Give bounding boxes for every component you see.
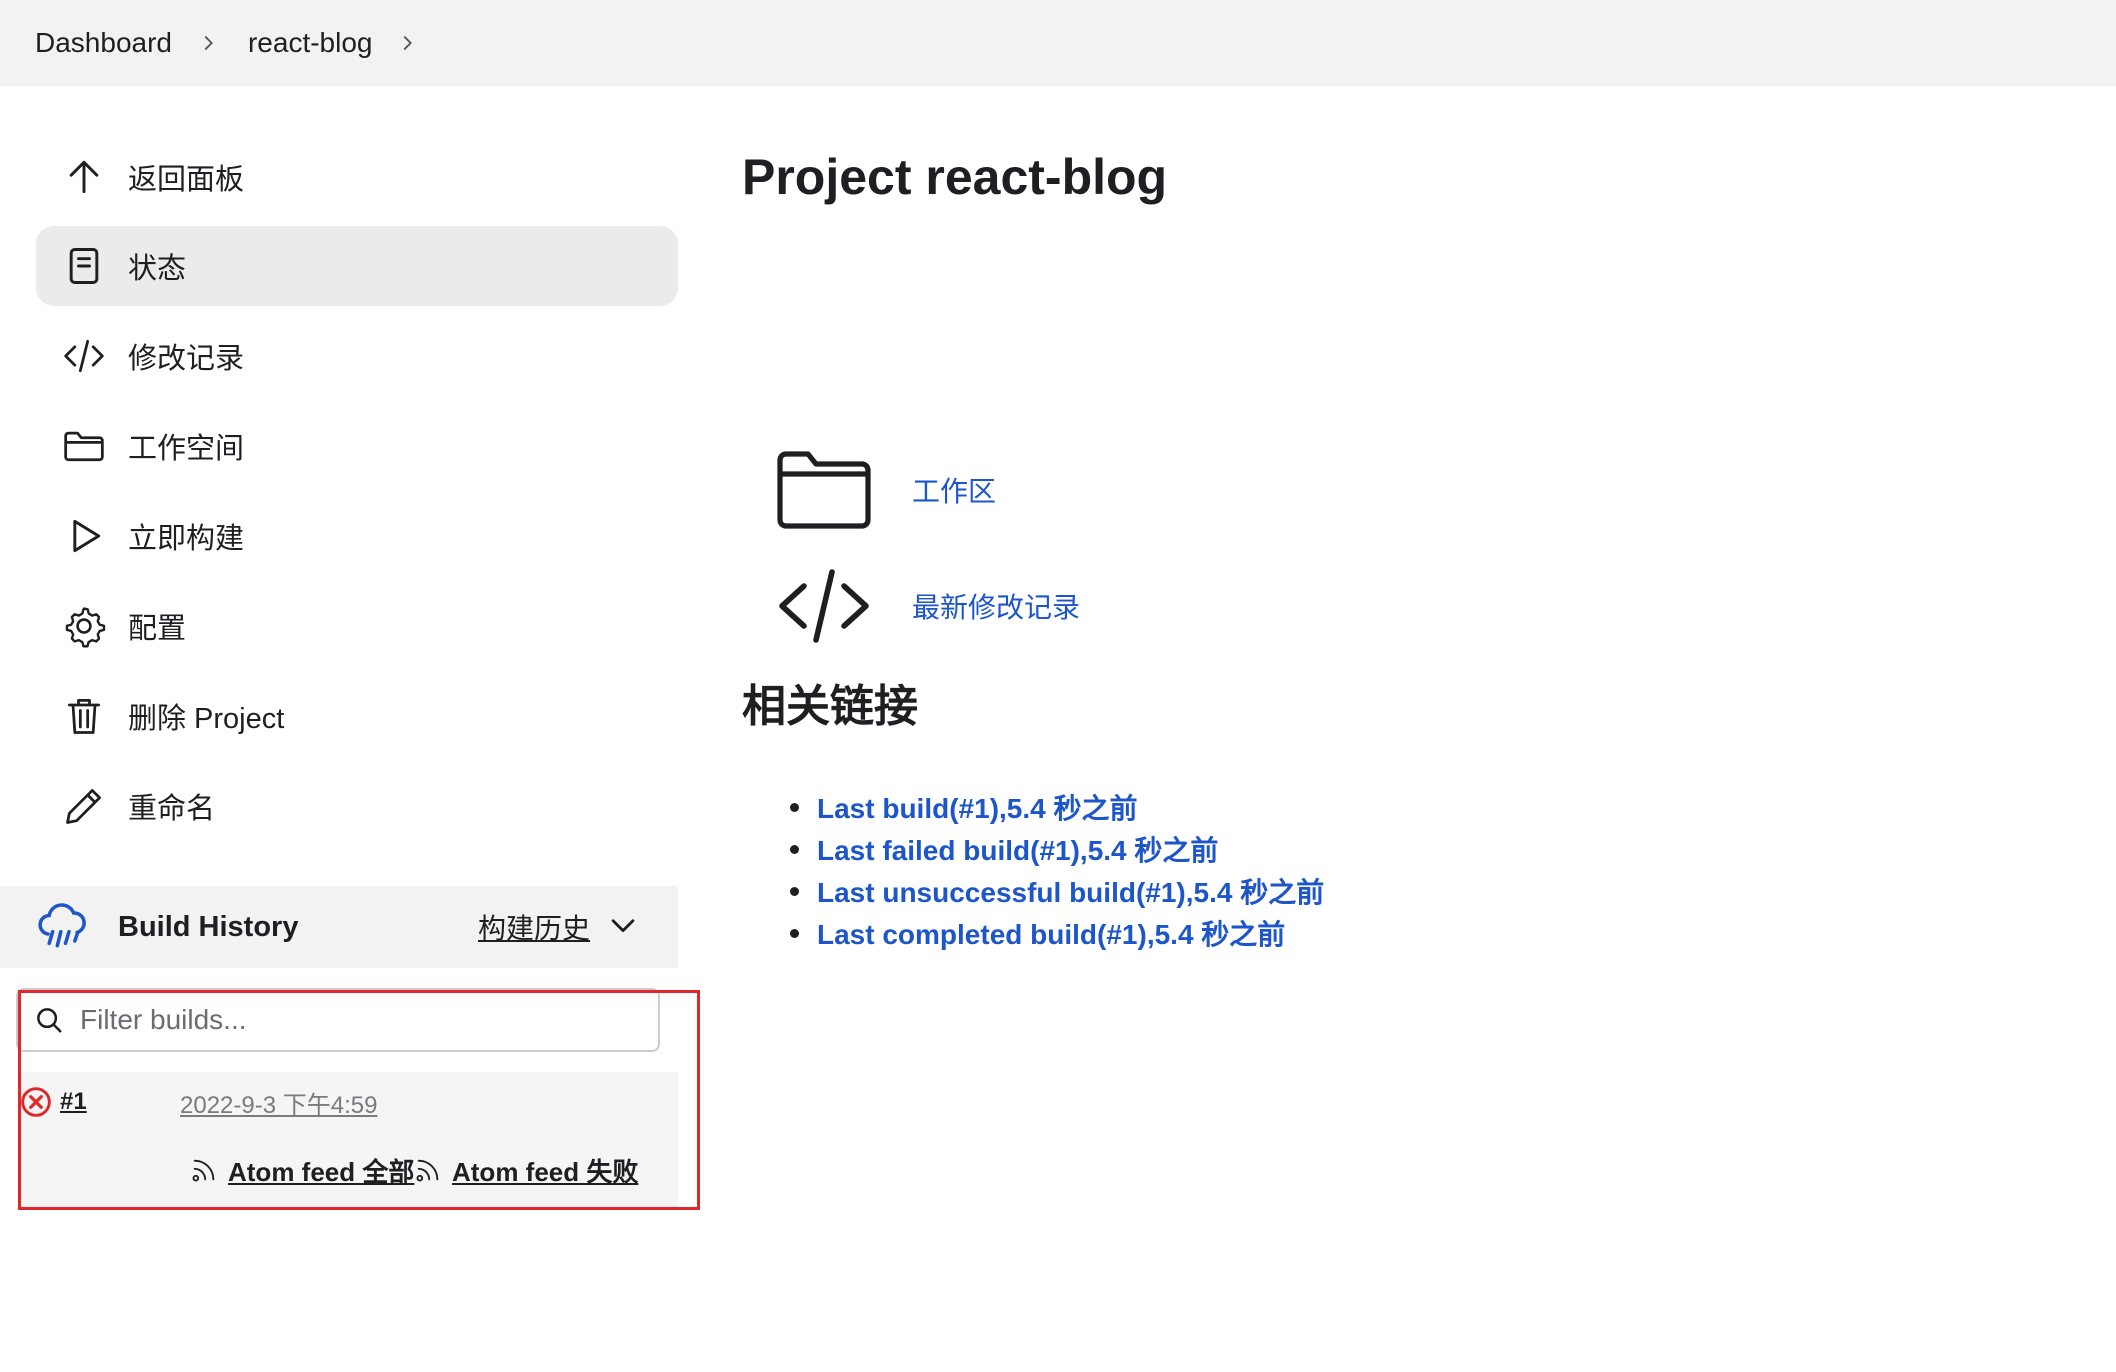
sidebar-item-label: 状态 [128, 253, 187, 285]
bullet [790, 928, 799, 938]
rss-icon [416, 1159, 439, 1182]
folder-icon [777, 451, 871, 529]
sidebar-item-configure[interactable]: 配置 [36, 586, 678, 666]
sidebar-item-status[interactable]: 状态 [36, 226, 678, 306]
failed-status-icon [21, 1087, 51, 1117]
breadcrumb-dashboard[interactable]: Dashboard [35, 27, 172, 59]
sidebar-item-delete-project[interactable]: 删除 Project [36, 676, 678, 756]
trash-icon [60, 692, 108, 740]
sidebar-item-label: 删除 Project [128, 703, 285, 735]
filter-builds-input[interactable] [78, 1003, 642, 1037]
atom-feed-failed-link[interactable]: Atom feed 失败 [414, 1152, 638, 1189]
atom-feed-all-link[interactable]: Atom feed 全部 [190, 1152, 414, 1189]
build-number-link[interactable]: #1 [60, 1088, 87, 1116]
sidebar-item-label: 重命名 [128, 793, 216, 825]
chevron-right-icon[interactable] [387, 23, 427, 63]
atom-feed-failed-label: Atom feed 失败 [452, 1156, 639, 1187]
chevron-down-icon[interactable] [606, 908, 640, 942]
page-title: Project react-blog [742, 149, 1168, 205]
latest-changes-link[interactable]: 最新修改记录 [912, 586, 1080, 626]
sidebar-item-build-now[interactable]: 立即构建 [36, 496, 678, 576]
breadcrumb-react-blog[interactable]: react-blog [248, 27, 373, 59]
last-completed-build-link[interactable]: Last completed build(#1),5.4 秒之前 [817, 913, 1285, 953]
build-history-title: Build History [118, 910, 299, 943]
build-history-header: Build History 构建历史 [0, 886, 678, 968]
code-icon [60, 332, 108, 380]
list-item: Last completed build(#1),5.4 秒之前 [790, 912, 1324, 954]
sidebar-item-label: 修改记录 [128, 343, 245, 375]
chevron-right-icon[interactable] [188, 23, 228, 63]
gear-icon [60, 602, 108, 650]
workspace-link-row[interactable]: 工作区 [776, 450, 996, 530]
bullet [790, 886, 799, 896]
filter-builds-field[interactable] [16, 988, 660, 1052]
sidebar-item-label: 工作空间 [128, 433, 245, 465]
pencil-icon [60, 782, 108, 830]
last-unsuccessful-build-link[interactable]: Last unsuccessful build(#1),5.4 秒之前 [817, 871, 1324, 911]
last-build-link[interactable]: Last build(#1),5.4 秒之前 [817, 787, 1138, 827]
related-links-title: 相关链接 [742, 682, 918, 731]
list-item: Last unsuccessful build(#1),5.4 秒之前 [790, 870, 1324, 912]
atom-feed-all-label: Atom feed 全部 [228, 1156, 415, 1187]
arrow-up-icon [60, 153, 108, 201]
bullet [790, 802, 799, 812]
workspace-link[interactable]: 工作区 [912, 470, 996, 510]
search-icon [37, 1008, 62, 1033]
sidebar-item-label: 返回面板 [128, 164, 245, 196]
list-item: Last build(#1),5.4 秒之前 [790, 786, 1324, 828]
document-icon [60, 242, 108, 290]
sidebar-item-workspace[interactable]: 工作空间 [36, 406, 678, 486]
code-icon [779, 569, 869, 643]
rss-icon [192, 1159, 215, 1182]
sidebar-item-label: 立即构建 [128, 523, 245, 555]
build-date-link[interactable]: 2022-9-3 下午4:59 [180, 1085, 377, 1120]
sidebar-item-changes[interactable]: 修改记录 [36, 316, 678, 396]
list-item: Last failed build(#1),5.4 秒之前 [790, 828, 1324, 870]
sidebar-item-rename[interactable]: 重命名 [36, 766, 678, 846]
build-trend-link[interactable]: 构建历史 [478, 907, 590, 947]
folder-icon [60, 422, 108, 470]
changes-link-row[interactable]: 最新修改记录 [776, 566, 1080, 646]
last-failed-build-link[interactable]: Last failed build(#1),5.4 秒之前 [817, 829, 1218, 869]
related-links-list: Last build(#1),5.4 秒之前 Last failed build… [790, 786, 1324, 954]
play-icon [60, 512, 108, 560]
build-row[interactable]: #1 2022-9-3 下午4:59 [18, 1072, 678, 1132]
sidebar-item-back-to-dashboard[interactable]: 返回面板 [36, 137, 678, 217]
breadcrumb: Dashboard react-blog [0, 0, 2116, 86]
atom-feeds: Atom feed 全部 Atom feed 失败 [18, 1132, 678, 1208]
cloud-rain-icon [38, 903, 86, 948]
sidebar-item-label: 配置 [128, 613, 187, 645]
bullet [790, 844, 799, 854]
